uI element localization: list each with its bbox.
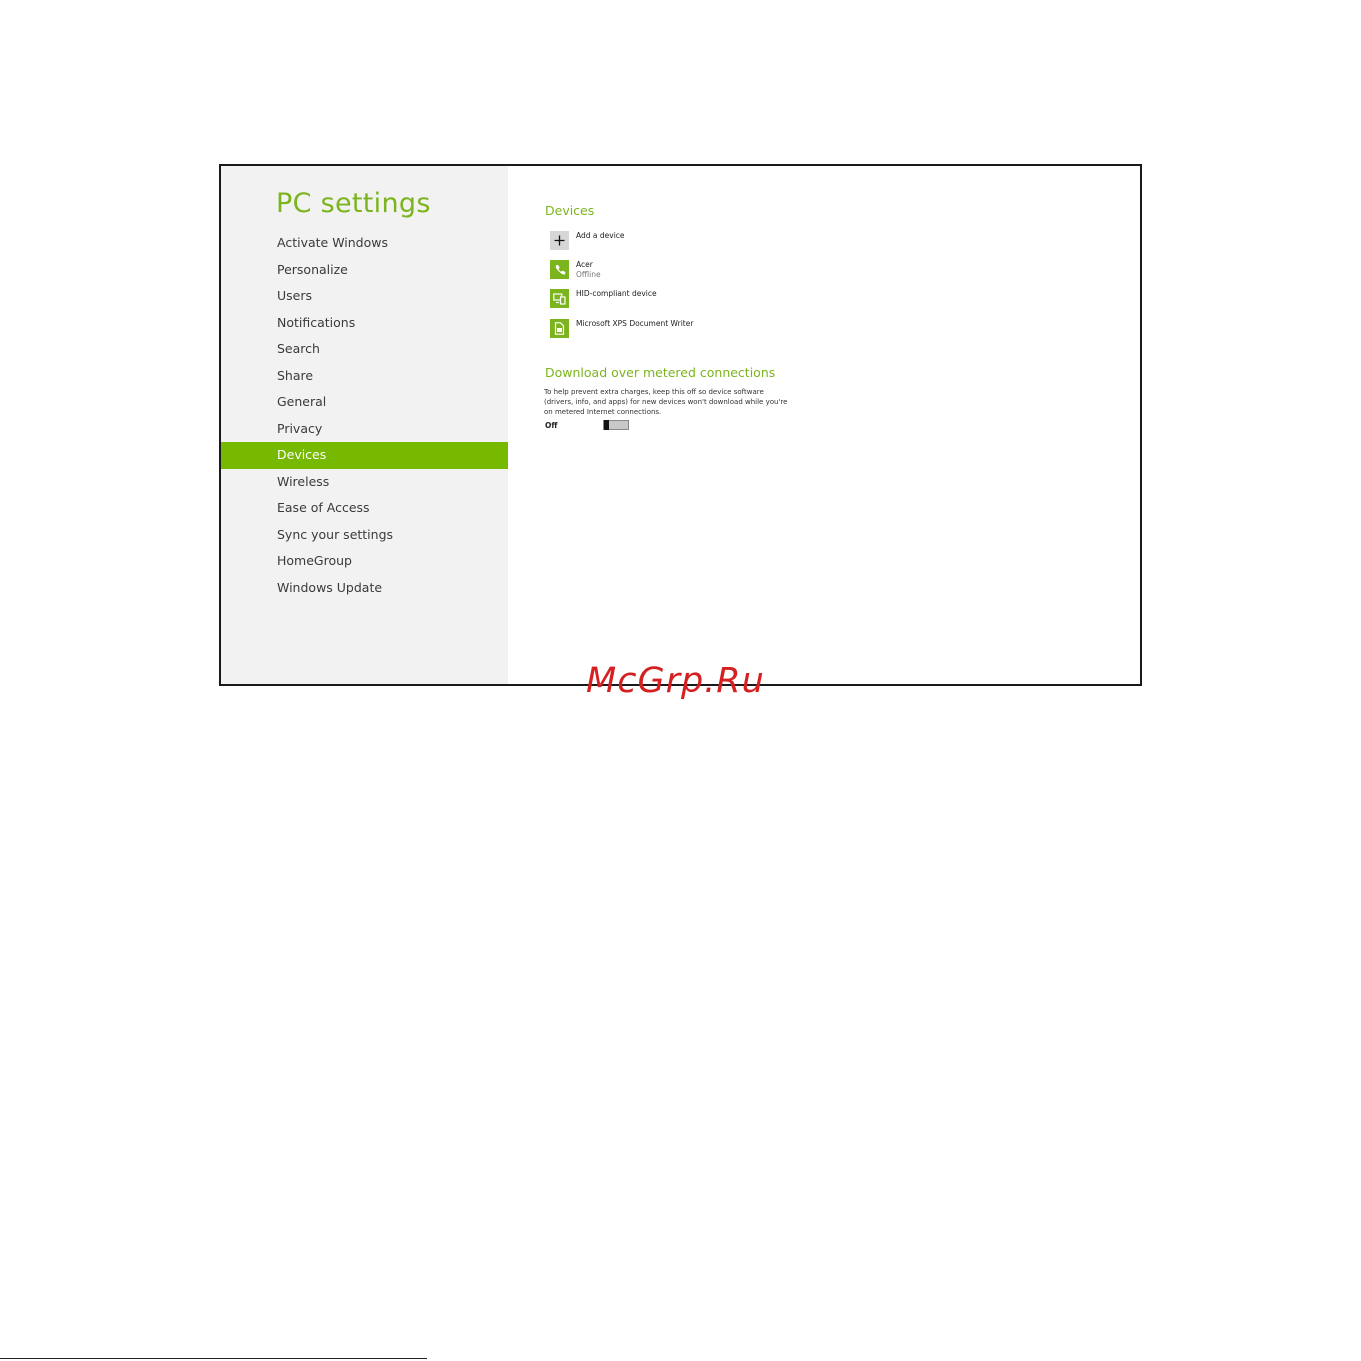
sidebar-nav: Activate Windows Personalize Users Notif… (221, 230, 508, 601)
sidebar-item-devices[interactable]: Devices (221, 442, 508, 469)
devices-heading: Devices (545, 203, 595, 218)
plus-icon (550, 231, 569, 250)
sidebar-item-notifications[interactable]: Notifications (221, 310, 508, 337)
toggle-thumb[interactable] (604, 420, 609, 430)
sidebar: PC settings Activate Windows Personalize… (221, 166, 508, 684)
sidebar-item-search[interactable]: Search (221, 336, 508, 363)
metered-description: To help prevent extra charges, keep this… (544, 388, 788, 416)
device-xps-writer[interactable]: Microsoft XPS Document Writer (550, 319, 693, 338)
sidebar-item-users[interactable]: Users (221, 283, 508, 310)
device-name: Acer (576, 260, 593, 269)
printer-icon (550, 319, 569, 338)
devices-icon (550, 289, 569, 308)
metered-heading: Download over metered connections (545, 365, 776, 380)
sidebar-item-activate-windows[interactable]: Activate Windows (221, 230, 508, 257)
add-device-button[interactable]: Add a device (550, 231, 625, 250)
device-name: HID-compliant device (576, 289, 657, 298)
device-status: Offline (576, 269, 601, 279)
sidebar-item-personalize[interactable]: Personalize (221, 257, 508, 284)
toggle-state-label: Off (545, 421, 558, 430)
metered-toggle[interactable] (603, 420, 629, 430)
footer-rule (0, 1358, 427, 1359)
settings-window: PC settings Activate Windows Personalize… (219, 164, 1142, 686)
phone-icon (550, 260, 569, 279)
sidebar-item-windows-update[interactable]: Windows Update (221, 575, 508, 602)
sidebar-item-sync-settings[interactable]: Sync your settings (221, 522, 508, 549)
main-content: Devices Add a device Acer Offline HID-co… (508, 166, 1140, 684)
sidebar-item-privacy[interactable]: Privacy (221, 416, 508, 443)
device-hid[interactable]: HID-compliant device (550, 289, 657, 308)
sidebar-item-homegroup[interactable]: HomeGroup (221, 548, 508, 575)
sidebar-item-general[interactable]: General (221, 389, 508, 416)
device-acer[interactable]: Acer Offline (550, 260, 601, 279)
device-name: Microsoft XPS Document Writer (576, 319, 694, 328)
watermark: McGrp.Ru (586, 661, 765, 701)
sidebar-item-ease-of-access[interactable]: Ease of Access (221, 495, 508, 522)
page-title: PC settings (276, 188, 431, 219)
sidebar-item-share[interactable]: Share (221, 363, 508, 390)
sidebar-item-wireless[interactable]: Wireless (221, 469, 508, 496)
device-name: Add a device (576, 231, 625, 240)
